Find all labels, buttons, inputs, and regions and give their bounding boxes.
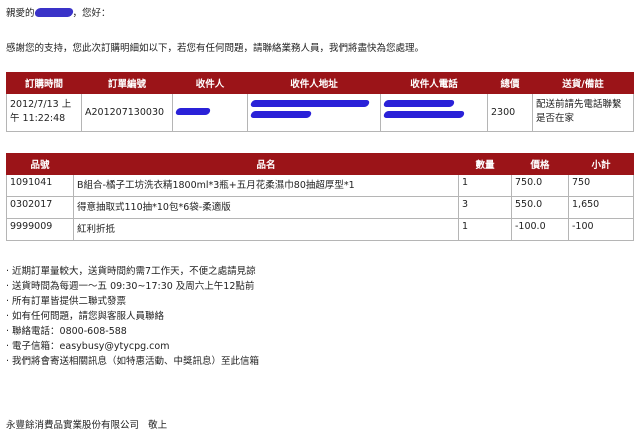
item-name: B組合-橘子工坊洗衣精1800ml*3瓶+五月花柔濕巾80抽超厚型*1 [73,174,459,197]
header-item-name: 品名 [73,153,459,175]
list-item[interactable]: 電子信箱：easybusy@ytycpg.com [6,339,259,354]
items-table: 品號 品名 數量 價格 小計 1091041 B組合-橘子工坊洗衣精1800ml… [6,153,634,241]
footer-signature: 永豐餘消費品實業股份有限公司 敬上 [6,417,167,431]
phone-redacted [380,93,488,132]
header-note: 送貨/備註 [532,72,634,94]
header-phone: 收件人電話 [380,72,488,94]
order-time: 2012/7/13 上午 11:22:48 [6,93,82,132]
item-name: 得意抽取式110抽*10包*6袋-柔適版 [73,196,459,219]
header-total: 總價 [487,72,533,94]
table-row: 0302017 得意抽取式110抽*10包*6袋-柔適版 3 550.0 1,6… [6,196,634,219]
table-row: 2012/7/13 上午 11:22:48 A201207130030 2300… [6,93,634,132]
order-no: A201207130030 [81,93,173,132]
item-qty: 1 [458,218,512,241]
item-price: 750.0 [511,174,569,197]
closing-word: 敬上 [148,420,168,431]
intro-text: 感謝您的支持，您此次訂購明細如以下，若您有任何問題，請聯絡業務人員，我們將盡快為… [6,43,425,54]
item-code: 0302017 [6,196,74,219]
table-row: 9999009 紅利折抵 1 -100.0 -100 [6,218,634,241]
order-total: 2300 [487,93,533,132]
header-order-time: 訂購時間 [6,72,82,94]
item-subtotal: 750 [568,174,634,197]
items-table-header: 品號 品名 數量 價格 小計 [6,153,634,175]
item-subtotal: -100 [568,218,634,241]
item-qty: 1 [458,174,512,197]
list-item: 我們將會寄送相關訊息（如特惠活動、中獎訊息）至此信箱 [6,354,259,369]
address-redacted [247,93,381,132]
list-item: 近期訂單量較大，送貨時間約需7工作天，不便之處請見諒 [6,264,259,279]
item-subtotal: 1,650 [568,196,634,219]
header-subtotal: 小計 [568,153,634,175]
greeting-suffix: ，您好： [72,8,111,19]
order-note: 配送前請先電話聯繫是否在家 [532,93,634,132]
recipient-redacted [172,93,248,132]
item-qty: 3 [458,196,512,219]
notes-list: 近期訂單量較大，送貨時間約需7工作天，不便之處請見諒 送貨時間為每週一～五 09… [6,264,259,369]
list-item: 聯絡電話：0800-608-588 [6,324,259,339]
redacted-name [33,8,74,17]
greeting-line: 親愛的 ，您好： [6,5,111,19]
header-order-no: 訂單編號 [81,72,173,94]
header-qty: 數量 [458,153,512,175]
header-item-code: 品號 [6,153,74,175]
item-name: 紅利折抵 [73,218,459,241]
company-name: 永豐餘消費品實業股份有限公司 [6,420,140,431]
header-price: 價格 [511,153,569,175]
order-table-header: 訂購時間 訂單編號 收件人 收件人地址 收件人電話 總價 送貨/備註 [6,72,634,94]
header-address: 收件人地址 [247,72,381,94]
list-item: 送貨時間為每週一～五 09:30~17:30 及周六上午12點前 [6,279,259,294]
item-price: -100.0 [511,218,569,241]
item-code: 1091041 [6,174,74,197]
order-table: 訂購時間 訂單編號 收件人 收件人地址 收件人電話 總價 送貨/備註 2012/… [6,72,634,132]
greeting-prefix: 親愛的 [6,8,35,19]
item-code: 9999009 [6,218,74,241]
list-item: 如有任何問題，請您與客服人員聯絡 [6,309,259,324]
table-row: 1091041 B組合-橘子工坊洗衣精1800ml*3瓶+五月花柔濕巾80抽超厚… [6,174,634,197]
list-item: 所有訂單皆提供二聯式發票 [6,294,259,309]
item-price: 550.0 [511,196,569,219]
header-recipient: 收件人 [172,72,248,94]
